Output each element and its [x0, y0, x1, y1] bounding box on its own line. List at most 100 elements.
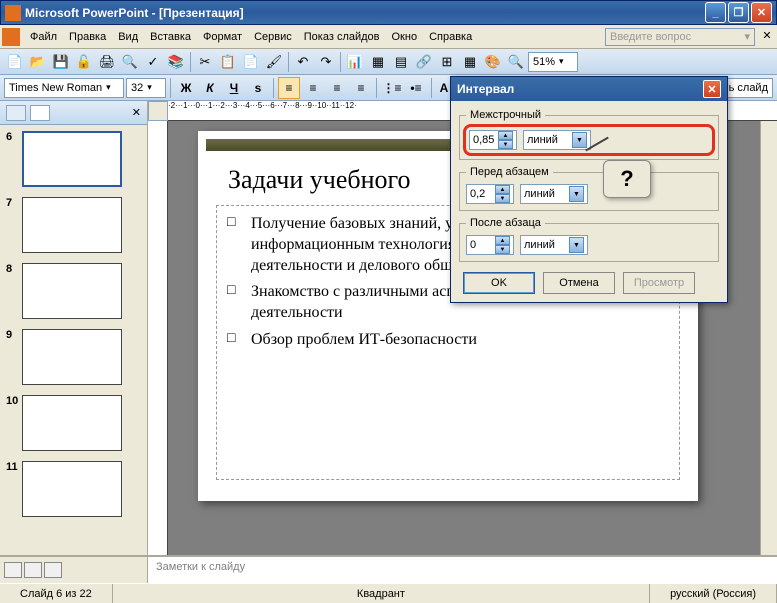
outline-tab[interactable] — [30, 105, 50, 121]
menubar: Файл Правка Вид Вставка Формат Сервис По… — [0, 25, 777, 49]
spin-up-icon[interactable]: ▲ — [495, 236, 510, 245]
grid-button[interactable]: ▦ — [459, 51, 481, 73]
slide-thumbnail[interactable]: 9 — [6, 329, 141, 385]
before-unit[interactable]: линий▼ — [520, 184, 588, 204]
ruler-corner — [148, 101, 168, 121]
spin-down-icon[interactable]: ▼ — [498, 140, 513, 149]
line-spacing-value[interactable]: 0,85▲▼ — [469, 130, 517, 150]
chart-button[interactable]: 📊 — [344, 51, 366, 73]
tables-button[interactable]: ▤ — [390, 51, 412, 73]
menu-insert[interactable]: Вставка — [144, 29, 197, 45]
titlebar: Microsoft PowerPoint - [Презентация] _ ❐… — [0, 0, 777, 25]
ruler-vertical — [148, 121, 168, 555]
menu-file[interactable]: Файл — [24, 29, 63, 45]
permission-button[interactable]: 🔓 — [73, 51, 95, 73]
spacing-dialog: Интервал ✕ Межстрочный 0,85▲▼ линий▼ Пер… — [450, 76, 728, 303]
slide-thumbnail[interactable]: 7 — [6, 197, 141, 253]
save-button[interactable]: 💾 — [50, 51, 72, 73]
numbering-button[interactable]: ⋮≡ — [381, 77, 403, 99]
new-slide-button[interactable]: ь слайд — [724, 78, 773, 98]
menu-view[interactable]: Вид — [112, 29, 144, 45]
expand-button[interactable]: ⊞ — [436, 51, 458, 73]
slide-thumbnail[interactable]: 6 — [6, 131, 141, 187]
copy-button[interactable]: 📋 — [217, 51, 239, 73]
dialog-close-button[interactable]: ✕ — [703, 80, 721, 98]
new-button[interactable]: 📄 — [4, 51, 26, 73]
zoom-combo[interactable]: 51%▾ — [528, 52, 578, 72]
before-paragraph-group: Перед абзацем 0,2▲▼ линий▼ — [459, 166, 719, 211]
undo-button[interactable]: ↶ — [292, 51, 314, 73]
redo-button[interactable]: ↷ — [315, 51, 337, 73]
slides-tab[interactable] — [6, 105, 26, 121]
align-center-button[interactable]: ≡ — [302, 77, 324, 99]
notes-text[interactable]: Заметки к слайду — [148, 557, 777, 583]
menu-edit[interactable]: Правка — [63, 29, 112, 45]
after-unit[interactable]: линий▼ — [520, 235, 588, 255]
dropdown-icon[interactable]: ▼ — [569, 237, 584, 253]
notes-pane: Заметки к слайду — [0, 555, 777, 583]
doc-close-button[interactable]: ✕ — [759, 29, 775, 45]
size-combo[interactable]: 32▾ — [126, 78, 166, 98]
spell-button[interactable]: ✓ — [142, 51, 164, 73]
menu-window[interactable]: Окно — [386, 29, 424, 45]
preview-button[interactable]: Просмотр — [623, 272, 695, 294]
bullets-button[interactable]: •≡ — [405, 77, 427, 99]
after-paragraph-group: После абзаца 0▲▼ линий▼ — [459, 217, 719, 262]
thumbnail-tabs: ✕ — [0, 101, 147, 125]
dialog-title: Интервал — [457, 82, 514, 96]
spin-down-icon[interactable]: ▼ — [495, 245, 510, 254]
minimize-button[interactable]: _ — [705, 2, 726, 23]
cancel-button[interactable]: Отмена — [543, 272, 615, 294]
open-button[interactable]: 📂 — [27, 51, 49, 73]
menu-show[interactable]: Показ слайдов — [298, 29, 386, 45]
slide-thumbnail[interactable]: 11 — [6, 461, 141, 517]
menu-tools[interactable]: Сервис — [248, 29, 298, 45]
ok-button[interactable]: OK — [463, 272, 535, 294]
spin-down-icon[interactable]: ▼ — [495, 194, 510, 203]
table-button[interactable]: ▦ — [367, 51, 389, 73]
align-right-button[interactable]: ≡ — [326, 77, 348, 99]
bold-button[interactable]: Ж — [175, 77, 197, 99]
zoom-button[interactable]: 🔍 — [505, 51, 527, 73]
underline-button[interactable]: Ч — [223, 77, 245, 99]
spin-up-icon[interactable]: ▲ — [498, 131, 513, 140]
color-button[interactable]: 🎨 — [482, 51, 504, 73]
align-left-button[interactable]: ≡ — [278, 77, 300, 99]
help-search-box[interactable]: Введите вопрос▾ — [605, 28, 755, 46]
app-icon — [5, 5, 21, 21]
preview-button[interactable]: 🔍 — [119, 51, 141, 73]
menu-format[interactable]: Формат — [197, 29, 248, 45]
after-value[interactable]: 0▲▼ — [466, 235, 514, 255]
slideshow-view-button[interactable] — [44, 562, 62, 578]
slide-thumbnail[interactable]: 10 — [6, 395, 141, 451]
maximize-button[interactable]: ❐ — [728, 2, 749, 23]
status-layout: Квадрант — [113, 584, 650, 603]
shadow-button[interactable]: s — [247, 77, 269, 99]
paste-button[interactable]: 📄 — [240, 51, 262, 73]
research-button[interactable]: 📚 — [165, 51, 187, 73]
sorter-view-button[interactable] — [24, 562, 42, 578]
cut-button[interactable]: ✂ — [194, 51, 216, 73]
before-value[interactable]: 0,2▲▼ — [466, 184, 514, 204]
print-button[interactable]: 🖨 — [96, 51, 118, 73]
after-paragraph-label: После абзаца — [466, 217, 545, 229]
close-button[interactable]: ✕ — [751, 2, 772, 23]
format-painter-button[interactable]: 🖌 — [263, 51, 285, 73]
italic-button[interactable]: К — [199, 77, 221, 99]
dialog-titlebar[interactable]: Интервал ✕ — [451, 77, 727, 101]
slide-thumbnail[interactable]: 8 — [6, 263, 141, 319]
slide-bullet[interactable]: Обзор проблем ИТ-безопасности — [227, 330, 669, 351]
line-spacing-group: Межстрочный 0,85▲▼ линий▼ — [459, 109, 719, 160]
normal-view-button[interactable] — [4, 562, 22, 578]
line-spacing-unit[interactable]: линий▼ — [523, 130, 591, 150]
panel-close-icon[interactable]: ✕ — [132, 106, 141, 119]
dropdown-icon[interactable]: ▼ — [572, 132, 587, 148]
vertical-scrollbar[interactable] — [760, 121, 777, 555]
thumbnail-panel: ✕ 6 7 8 9 10 11 — [0, 101, 148, 555]
dropdown-icon[interactable]: ▼ — [569, 186, 584, 202]
spin-up-icon[interactable]: ▲ — [495, 185, 510, 194]
hyperlink-button[interactable]: 🔗 — [413, 51, 435, 73]
align-justify-button[interactable]: ≡ — [350, 77, 372, 99]
font-combo[interactable]: Times New Roman▾ — [4, 78, 124, 98]
menu-help[interactable]: Справка — [423, 29, 478, 45]
